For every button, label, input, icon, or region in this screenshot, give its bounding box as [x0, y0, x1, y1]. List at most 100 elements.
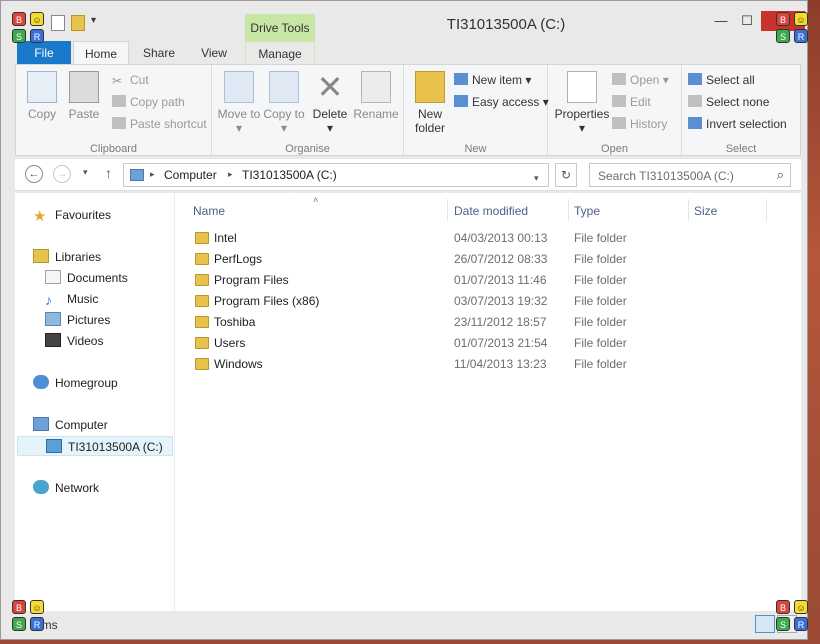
overlay-smiley-button[interactable]: ☺ [794, 600, 808, 614]
easy-access-button[interactable]: Easy access ▾ [454, 93, 549, 111]
nav-item-documents[interactable]: Documents [45, 268, 128, 288]
breadcrumb-separator-icon[interactable]: ▸ [150, 169, 155, 180]
nav-item-homegroup[interactable]: Homegroup [33, 373, 118, 393]
table-row[interactable]: Intel 04/03/2013 00:13 File folder [195, 228, 755, 249]
refresh-icon[interactable]: ↻ [555, 163, 577, 187]
file-list: Name ˄ Date modified Type Size Intel 04/… [175, 193, 801, 611]
table-row[interactable]: Users 01/07/2013 21:54 File folder [195, 333, 755, 354]
breadcrumb[interactable]: ▸ Computer ▸ TI31013500A (C:) ▾ [123, 163, 549, 187]
table-row[interactable]: Program Files (x86) 03/07/2013 19:32 Fil… [195, 291, 755, 312]
properties-quick-icon[interactable] [51, 15, 65, 31]
details-view-icon[interactable] [755, 615, 775, 633]
overlay-r-button[interactable]: R [30, 617, 44, 631]
nav-item-drive[interactable]: TI31013500A (C:) [17, 436, 173, 456]
cut-button[interactable]: ✂ Cut [112, 71, 149, 89]
overlay-controls-top-left: B ☺ S R [12, 12, 44, 44]
edit-button[interactable]: Edit [612, 93, 651, 111]
select-none-button[interactable]: Select none [688, 93, 769, 111]
up-arrow-icon[interactable]: ↑ [105, 165, 112, 181]
overlay-smiley-button[interactable]: ☺ [794, 12, 808, 26]
address-history-chevron-icon[interactable]: ▾ [534, 173, 539, 184]
copy-label: Copy [27, 107, 56, 121]
copy-button[interactable]: Copy [20, 71, 64, 121]
overlay-s-button[interactable]: S [12, 617, 26, 631]
new-folder-quick-icon[interactable] [71, 15, 85, 31]
tab-share[interactable]: Share [133, 41, 185, 65]
tab-home[interactable]: Home [73, 41, 129, 65]
nav-item-libraries[interactable]: Libraries [33, 247, 101, 267]
new-item-button[interactable]: New item ▾ [454, 71, 531, 89]
column-divider[interactable] [447, 199, 448, 221]
delete-button[interactable]: ✕ Delete ▾ [308, 71, 352, 135]
nav-label: Homegroup [55, 376, 118, 390]
select-group-label: Select [725, 143, 757, 155]
overlay-b-button[interactable]: B [776, 600, 790, 614]
content-area: ★ Favourites Libraries Documents ♪ Music P… [15, 193, 801, 611]
recent-locations-chevron-icon[interactable]: ▾ [83, 167, 88, 178]
nav-item-music[interactable]: ♪ Music [45, 289, 98, 309]
overlay-b-button[interactable]: B [12, 12, 26, 26]
nav-item-computer[interactable]: Computer [33, 415, 108, 435]
nav-item-network[interactable]: Network [33, 478, 99, 498]
search-icon[interactable]: ⌕ [777, 167, 784, 183]
maximize-button[interactable]: ☐ [737, 13, 757, 29]
table-row[interactable]: Program Files 01/07/2013 11:46 File fold… [195, 270, 755, 291]
scissors-icon: ✂ [112, 74, 123, 88]
nav-item-pictures[interactable]: Pictures [45, 310, 110, 330]
search-input[interactable]: Search TI31013500A (C:) [598, 169, 734, 183]
new-item-icon [454, 73, 468, 85]
tab-view[interactable]: View [191, 41, 237, 65]
column-header-name[interactable]: Name [193, 201, 225, 221]
file-name: Program Files [214, 273, 289, 287]
overlay-smiley-button[interactable]: ☺ [30, 12, 44, 26]
table-row[interactable]: PerfLogs 26/07/2012 08:33 File folder [195, 249, 755, 270]
open-button[interactable]: Open ▾ [612, 71, 669, 89]
breadcrumb-separator-icon[interactable]: ▸ [228, 169, 233, 180]
invert-selection-button[interactable]: Invert selection [688, 115, 787, 133]
overlay-r-button[interactable]: R [794, 617, 808, 631]
overlay-smiley-button[interactable]: ☺ [30, 600, 44, 614]
overlay-s-button[interactable]: S [12, 29, 26, 43]
file-name: Program Files (x86) [214, 294, 320, 308]
column-divider[interactable] [568, 199, 569, 221]
copy-path-button[interactable]: Copy path [112, 93, 185, 111]
column-header-date-modified[interactable]: Date modified [454, 201, 528, 221]
column-divider[interactable] [688, 199, 689, 221]
history-button[interactable]: History [612, 115, 667, 133]
move-to-button[interactable]: Move to ▾ [216, 71, 262, 135]
overlay-b-button[interactable]: B [12, 600, 26, 614]
rename-button[interactable]: Rename [352, 71, 400, 121]
overlay-r-button[interactable]: R [30, 29, 44, 43]
breadcrumb-drive[interactable]: TI31013500A (C:) [242, 168, 337, 182]
search-box[interactable]: Search TI31013500A (C:) ⌕ [589, 163, 791, 187]
column-header-type[interactable]: Type [574, 201, 600, 221]
customize-toolbar-chevron-icon[interactable]: ▾ [91, 15, 105, 31]
paste-shortcut-button[interactable]: Paste shortcut [112, 115, 207, 133]
back-arrow-icon[interactable]: ← [25, 165, 43, 183]
overlay-b-button[interactable]: B [776, 12, 790, 26]
table-row[interactable]: Toshiba 23/11/2012 18:57 File folder [195, 312, 755, 333]
folder-icon [195, 232, 209, 244]
minimize-button[interactable]: — [711, 13, 731, 29]
table-row[interactable]: Windows 11/04/2013 13:23 File folder [195, 354, 755, 375]
breadcrumb-computer[interactable]: Computer [164, 168, 217, 182]
tab-file[interactable]: File [17, 41, 71, 65]
copy-to-button[interactable]: Copy to ▾ [262, 71, 306, 135]
nav-item-favourites[interactable]: ★ Favourites [33, 205, 111, 225]
nav-item-videos[interactable]: Videos [45, 331, 103, 351]
file-date: 11/04/2013 13:23 [454, 357, 547, 371]
forward-arrow-icon[interactable]: → [53, 165, 71, 183]
new-folder-button[interactable]: New folder [408, 71, 452, 135]
overlay-s-button[interactable]: S [776, 29, 790, 43]
paste-button[interactable]: Paste [62, 71, 106, 121]
history-icon [612, 117, 626, 129]
tab-manage[interactable]: Manage [245, 41, 315, 65]
overlay-s-button[interactable]: S [776, 617, 790, 631]
column-divider[interactable] [766, 199, 767, 221]
properties-button[interactable]: Properties ▾ [552, 71, 612, 135]
column-header-size[interactable]: Size [694, 201, 717, 221]
overlay-controls-bottom-left: B ☺ S R [12, 600, 44, 632]
select-all-button[interactable]: Select all [688, 71, 755, 89]
overlay-r-button[interactable]: R [794, 29, 808, 43]
file-type: File folder [574, 273, 627, 287]
